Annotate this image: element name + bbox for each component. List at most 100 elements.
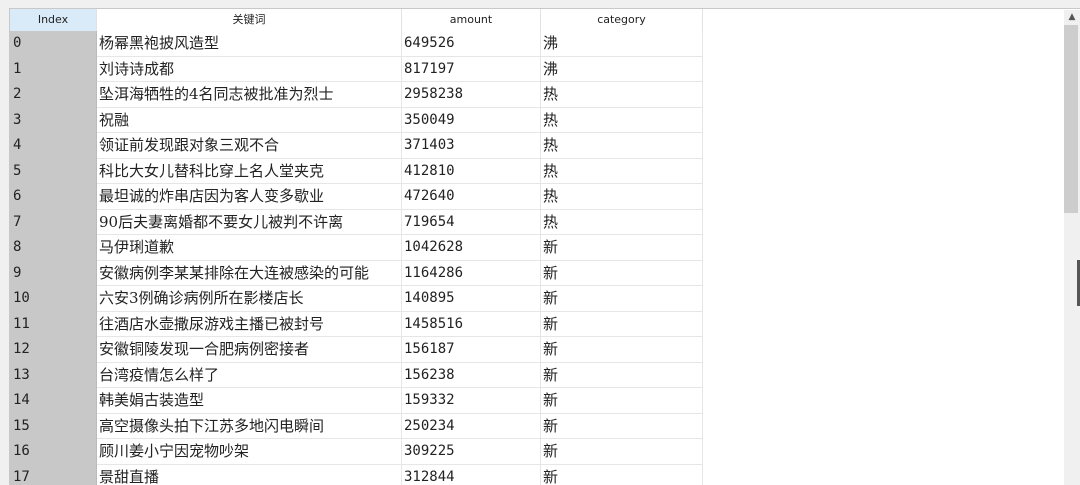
category-cell[interactable]: 热 — [541, 108, 703, 134]
keyword-cell[interactable]: 刘诗诗成都 — [97, 57, 402, 83]
table-row[interactable]: 8马伊琍道歉1042628新 — [10, 235, 703, 261]
row-index[interactable]: 2 — [10, 82, 97, 108]
table-row[interactable]: 790后夫妻离婚都不要女儿被判不许离719654热 — [10, 210, 703, 236]
table-row[interactable]: 13台湾疫情怎么样了156238新 — [10, 363, 703, 389]
category-cell[interactable]: 热 — [541, 133, 703, 159]
keyword-cell[interactable]: 韩美娟古装造型 — [97, 388, 402, 414]
keyword-cell[interactable]: 祝融 — [97, 108, 402, 134]
row-index[interactable]: 6 — [10, 184, 97, 210]
category-cell[interactable]: 新 — [541, 363, 703, 389]
row-index[interactable]: 14 — [10, 388, 97, 414]
table-row[interactable]: 6最坦诚的炸串店因为客人变多歇业472640热 — [10, 184, 703, 210]
row-index[interactable]: 7 — [10, 210, 97, 236]
amount-cell[interactable]: 1042628 — [402, 235, 541, 261]
amount-cell[interactable]: 309225 — [402, 439, 541, 465]
row-index[interactable]: 5 — [10, 159, 97, 185]
table-row[interactable]: 5科比大女儿替科比穿上名人堂夹克412810热 — [10, 159, 703, 185]
category-cell[interactable]: 新 — [541, 465, 703, 485]
row-index[interactable]: 0 — [10, 31, 97, 57]
row-index[interactable]: 13 — [10, 363, 97, 389]
amount-cell[interactable]: 156238 — [402, 363, 541, 389]
table-row[interactable]: 1刘诗诗成都817197沸 — [10, 57, 703, 83]
keyword-cell[interactable]: 杨幂黑袍披风造型 — [97, 31, 402, 57]
amount-cell[interactable]: 412810 — [402, 159, 541, 185]
category-cell[interactable]: 热 — [541, 159, 703, 185]
keyword-cell[interactable]: 顾川姜小宁因宠物吵架 — [97, 439, 402, 465]
table-row[interactable]: 10六安3例确诊病例所在影楼店长140895新 — [10, 286, 703, 312]
table-row[interactable]: 12安徽铜陵发现一合肥病例密接者156187新 — [10, 337, 703, 363]
amount-cell[interactable]: 472640 — [402, 184, 541, 210]
keyword-cell[interactable]: 坠洱海牺牲的4名同志被批准为烈士 — [97, 82, 402, 108]
column-header-category[interactable]: category — [541, 9, 703, 31]
category-cell[interactable]: 热 — [541, 210, 703, 236]
amount-cell[interactable]: 312844 — [402, 465, 541, 485]
keyword-cell[interactable]: 最坦诚的炸串店因为客人变多歇业 — [97, 184, 402, 210]
column-header-keyword[interactable]: 关键词 — [97, 9, 402, 31]
category-cell[interactable]: 热 — [541, 82, 703, 108]
category-cell[interactable]: 新 — [541, 414, 703, 440]
category-cell[interactable]: 新 — [541, 337, 703, 363]
keyword-cell[interactable]: 领证前发现跟对象三观不合 — [97, 133, 402, 159]
amount-cell[interactable]: 649526 — [402, 31, 541, 57]
amount-cell[interactable]: 2958238 — [402, 82, 541, 108]
row-index[interactable]: 11 — [10, 312, 97, 338]
category-cell[interactable]: 沸 — [541, 57, 703, 83]
column-header-index[interactable]: Index — [10, 9, 97, 31]
chevron-up-icon[interactable]: ▲ — [1064, 10, 1080, 25]
vertical-scrollbar[interactable]: ▲ — [1064, 10, 1080, 485]
table-row[interactable]: 3祝融350049热 — [10, 108, 703, 134]
category-cell[interactable]: 热 — [541, 184, 703, 210]
table-row[interactable]: 16顾川姜小宁因宠物吵架309225新 — [10, 439, 703, 465]
table-row[interactable]: 9安徽病例李某某排除在大连被感染的可能1164286新 — [10, 261, 703, 287]
amount-cell[interactable]: 371403 — [402, 133, 541, 159]
category-cell[interactable]: 新 — [541, 388, 703, 414]
table-header: Index 关键词 amount category — [10, 9, 703, 31]
keyword-cell[interactable]: 高空摄像头拍下江苏多地闪电瞬间 — [97, 414, 402, 440]
keyword-cell[interactable]: 马伊琍道歉 — [97, 235, 402, 261]
keyword-cell[interactable]: 安徽病例李某某排除在大连被感染的可能 — [97, 261, 402, 287]
category-cell[interactable]: 新 — [541, 312, 703, 338]
row-index[interactable]: 9 — [10, 261, 97, 287]
row-index[interactable]: 17 — [10, 465, 97, 485]
row-index[interactable]: 12 — [10, 337, 97, 363]
category-cell[interactable]: 沸 — [541, 31, 703, 57]
amount-cell[interactable]: 1164286 — [402, 261, 541, 287]
category-cell[interactable]: 新 — [541, 439, 703, 465]
scrollbar-thumb[interactable] — [1064, 25, 1078, 213]
amount-cell[interactable]: 156187 — [402, 337, 541, 363]
dataframe-editor: Index 关键词 amount category 0杨幂黑袍披风造型64952… — [9, 8, 1080, 485]
row-index[interactable]: 8 — [10, 235, 97, 261]
amount-cell[interactable]: 817197 — [402, 57, 541, 83]
keyword-cell[interactable]: 安徽铜陵发现一合肥病例密接者 — [97, 337, 402, 363]
table-row[interactable]: 15高空摄像头拍下江苏多地闪电瞬间250234新 — [10, 414, 703, 440]
table-row[interactable]: 4领证前发现跟对象三观不合371403热 — [10, 133, 703, 159]
row-index[interactable]: 10 — [10, 286, 97, 312]
row-index[interactable]: 16 — [10, 439, 97, 465]
amount-cell[interactable]: 159332 — [402, 388, 541, 414]
table-row[interactable]: 17景甜直播312844新 — [10, 465, 703, 485]
keyword-cell[interactable]: 六安3例确诊病例所在影楼店长 — [97, 286, 402, 312]
keyword-cell[interactable]: 台湾疫情怎么样了 — [97, 363, 402, 389]
column-header-amount[interactable]: amount — [402, 9, 541, 31]
category-cell[interactable]: 新 — [541, 261, 703, 287]
keyword-cell[interactable]: 科比大女儿替科比穿上名人堂夹克 — [97, 159, 402, 185]
amount-cell[interactable]: 719654 — [402, 210, 541, 236]
keyword-cell[interactable]: 景甜直播 — [97, 465, 402, 485]
amount-cell[interactable]: 250234 — [402, 414, 541, 440]
table-row[interactable]: 0杨幂黑袍披风造型649526沸 — [10, 31, 703, 57]
table-row[interactable]: 14韩美娟古装造型159332新 — [10, 388, 703, 414]
table-body: 0杨幂黑袍披风造型649526沸1刘诗诗成都817197沸2坠洱海牺牲的4名同志… — [10, 31, 703, 485]
keyword-cell[interactable]: 90后夫妻离婚都不要女儿被判不许离 — [97, 210, 402, 236]
row-index[interactable]: 3 — [10, 108, 97, 134]
category-cell[interactable]: 新 — [541, 235, 703, 261]
table-row[interactable]: 11往酒店水壶撒尿游戏主播已被封号1458516新 — [10, 312, 703, 338]
amount-cell[interactable]: 350049 — [402, 108, 541, 134]
amount-cell[interactable]: 1458516 — [402, 312, 541, 338]
table-row[interactable]: 2坠洱海牺牲的4名同志被批准为烈士2958238热 — [10, 82, 703, 108]
amount-cell[interactable]: 140895 — [402, 286, 541, 312]
row-index[interactable]: 1 — [10, 57, 97, 83]
category-cell[interactable]: 新 — [541, 286, 703, 312]
row-index[interactable]: 4 — [10, 133, 97, 159]
row-index[interactable]: 15 — [10, 414, 97, 440]
keyword-cell[interactable]: 往酒店水壶撒尿游戏主播已被封号 — [97, 312, 402, 338]
